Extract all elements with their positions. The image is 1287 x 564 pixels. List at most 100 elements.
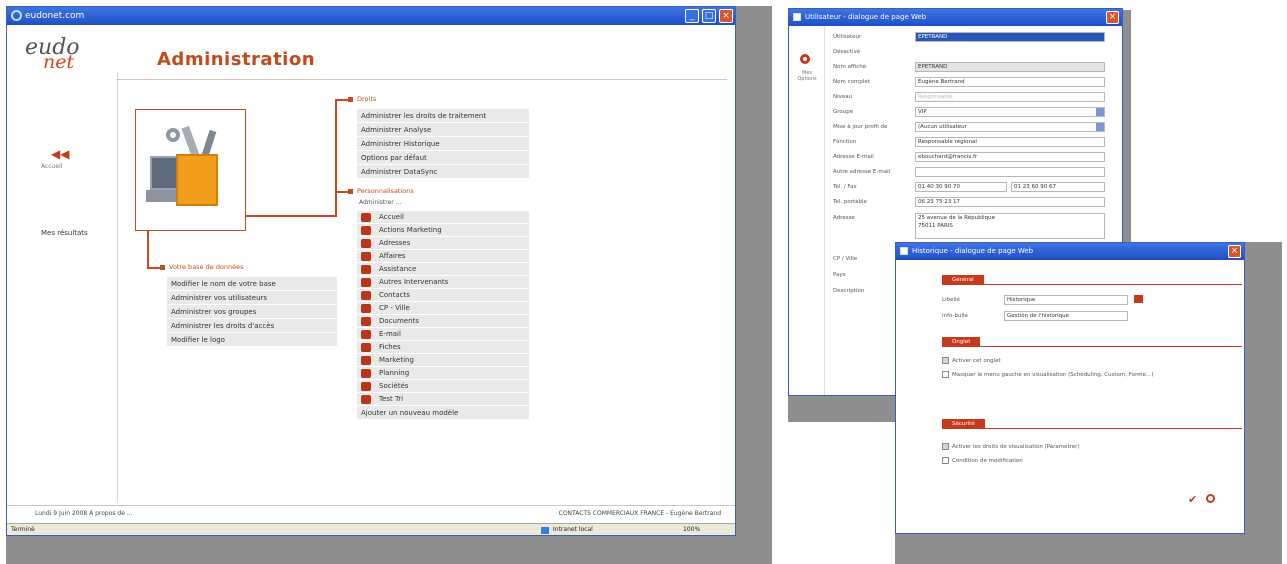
level-field[interactable]: Responsable xyxy=(915,92,1105,102)
alt-email-field[interactable] xyxy=(915,167,1105,177)
menu-item-logo[interactable]: Modifier le logo xyxy=(167,333,337,347)
function-field[interactable]: Responsable régional xyxy=(915,137,1105,147)
user-login-field[interactable]: EPETRAND xyxy=(915,32,1105,42)
chevron-down-icon[interactable] xyxy=(1096,108,1104,116)
field-label: Adresse E-mail xyxy=(833,154,874,160)
display-name-field[interactable]: EPETRAND xyxy=(915,62,1105,72)
chevron-down-icon[interactable] xyxy=(1096,123,1104,131)
menu-item-options-defaut[interactable]: Options par défaut xyxy=(357,151,529,165)
perso-item[interactable]: Fiches xyxy=(357,341,529,354)
user-dialog-titlebar[interactable]: Utilisateur - dialogue de page Web × xyxy=(789,9,1122,26)
close-icon[interactable]: × xyxy=(719,9,733,23)
field-label: Tél. portable xyxy=(833,199,867,205)
phone-field[interactable]: 01 40 30 90 70 xyxy=(915,182,1007,192)
perso-item[interactable]: Assistance xyxy=(357,263,529,276)
perso-item[interactable]: Sociétés xyxy=(357,380,529,393)
field-label: Description xyxy=(833,288,865,294)
address-field[interactable]: 25 avenue de la République 75011 PARIS xyxy=(915,213,1105,239)
checkbox-label: Masquer le menu gauche en visualisation … xyxy=(952,372,1154,378)
menu-item-droits-traitement[interactable]: Administrer les droits de traitement xyxy=(357,109,529,123)
menu-item-groups[interactable]: Administrer vos groupes xyxy=(167,305,337,319)
perso-item[interactable]: Contacts xyxy=(357,289,529,302)
perso-item[interactable]: Documents xyxy=(357,315,529,328)
view-rights-checkbox[interactable] xyxy=(942,443,949,450)
label-field[interactable]: Historique xyxy=(1004,295,1128,305)
gear-icon[interactable] xyxy=(800,54,810,64)
perso-item[interactable]: Marketing xyxy=(357,354,529,367)
profile-select[interactable]: (Aucun utilisateur xyxy=(915,122,1105,132)
checkmark-icon[interactable]: ✔ xyxy=(1188,493,1197,506)
menu-item-datasync[interactable]: Administrer DataSync xyxy=(357,165,529,179)
admin-tools-illustration xyxy=(135,109,246,231)
city-icon xyxy=(361,304,371,313)
group-select[interactable]: VIP xyxy=(915,107,1105,117)
tooltip-field[interactable]: Gestion de l'historique xyxy=(1004,311,1128,321)
perso-item[interactable]: Planning xyxy=(357,367,529,380)
perso-item[interactable]: Autres Intervenants xyxy=(357,276,529,289)
back-label[interactable]: Accueil xyxy=(41,163,62,170)
modify-condition-checkbox[interactable] xyxy=(942,457,949,464)
field-label: Autre adresse E-mail xyxy=(833,169,891,175)
eudonet-logo: eudo net xyxy=(25,35,80,73)
activate-tab-checkbox[interactable] xyxy=(942,357,949,364)
options-label[interactable]: Mes Options xyxy=(792,70,822,82)
ie-logo-icon xyxy=(11,10,22,21)
field-label: Nom affiché xyxy=(833,64,867,70)
perso-menu: Accueil Actions Marketing Adresses Affai… xyxy=(357,211,529,420)
footer-divider xyxy=(7,505,735,506)
main-titlebar[interactable]: eudonet.com _ □ × xyxy=(7,7,735,25)
perso-item[interactable]: Actions Marketing xyxy=(357,224,529,237)
menu-item-historique[interactable]: Administrer Historique xyxy=(357,137,529,151)
mobile-field[interactable]: 06 23 75 23 17 xyxy=(915,197,1105,207)
title-divider xyxy=(117,79,727,80)
logo-text-net: net xyxy=(43,51,75,73)
minimize-icon[interactable]: _ xyxy=(685,9,699,23)
maximize-icon[interactable]: □ xyxy=(702,9,716,23)
file-icon xyxy=(361,343,371,352)
user-sidebar: Mes Options xyxy=(789,26,825,395)
email-field[interactable]: ebouchard@francis.fr xyxy=(915,152,1105,162)
menu-item-analyse[interactable]: Administrer Analyse xyxy=(357,123,529,137)
menu-item-rename-base[interactable]: Modifier le nom de votre base xyxy=(167,277,337,291)
menu-item-access-rights[interactable]: Administrer les droits d'accès xyxy=(167,319,337,333)
back-arrow-icon[interactable]: ◀◀ xyxy=(51,147,69,161)
dialog-icon xyxy=(793,13,801,21)
history-dialog: Historique - dialogue de page Web × Géné… xyxy=(895,242,1245,534)
checkbox-label: Condition de modification xyxy=(952,458,1023,464)
page-title: Administration xyxy=(157,49,316,70)
droits-section-title: Droits xyxy=(357,95,377,103)
checkbox-label: Activer les droits de visualisation (Par… xyxy=(952,444,1080,450)
perso-item[interactable]: Adresses xyxy=(357,237,529,250)
perso-subtitle: Administrer ... xyxy=(359,199,402,206)
close-icon[interactable]: × xyxy=(1106,11,1119,24)
home-icon xyxy=(361,213,371,222)
perso-item[interactable]: Affaires xyxy=(357,250,529,263)
sidebar-link-results[interactable]: Mes résultats xyxy=(41,229,88,237)
marketing-icon xyxy=(361,356,371,365)
wrench-icon xyxy=(166,128,180,142)
hide-menu-checkbox[interactable] xyxy=(942,371,949,378)
fax-field[interactable]: 01 23 60 90 67 xyxy=(1011,182,1105,192)
base-section-title: Votre base de données xyxy=(169,263,244,271)
droits-menu: Administrer les droits de traitement Adm… xyxy=(357,109,529,179)
checkbox-label: Activer cet onglet xyxy=(952,358,1001,364)
assistance-icon xyxy=(361,265,371,274)
zoom-level[interactable]: 100% xyxy=(683,524,700,535)
folder-icon xyxy=(361,395,371,404)
add-model-button[interactable]: Ajouter un nouveau modèle xyxy=(357,406,529,420)
field-label: Tél. / Fax xyxy=(833,184,857,190)
close-icon[interactable]: × xyxy=(1228,245,1241,258)
perso-item[interactable]: Test Tri xyxy=(357,393,529,406)
base-menu: Modifier le nom de votre base Administre… xyxy=(167,277,337,347)
perso-item[interactable]: E-mail xyxy=(357,328,529,341)
history-dialog-titlebar[interactable]: Historique - dialogue de page Web × xyxy=(896,243,1244,260)
cancel-icon[interactable] xyxy=(1206,494,1215,503)
droits-bullet-icon xyxy=(348,97,353,102)
full-name-field[interactable]: Eugène Bertrand xyxy=(915,77,1105,87)
perso-item[interactable]: CP - Ville xyxy=(357,302,529,315)
dialog-icon xyxy=(900,247,908,255)
menu-item-users[interactable]: Administrer vos utilisateurs xyxy=(167,291,337,305)
field-label: Désactivé xyxy=(833,49,861,55)
translate-icon[interactable] xyxy=(1134,295,1143,303)
perso-item[interactable]: Accueil xyxy=(357,211,529,224)
